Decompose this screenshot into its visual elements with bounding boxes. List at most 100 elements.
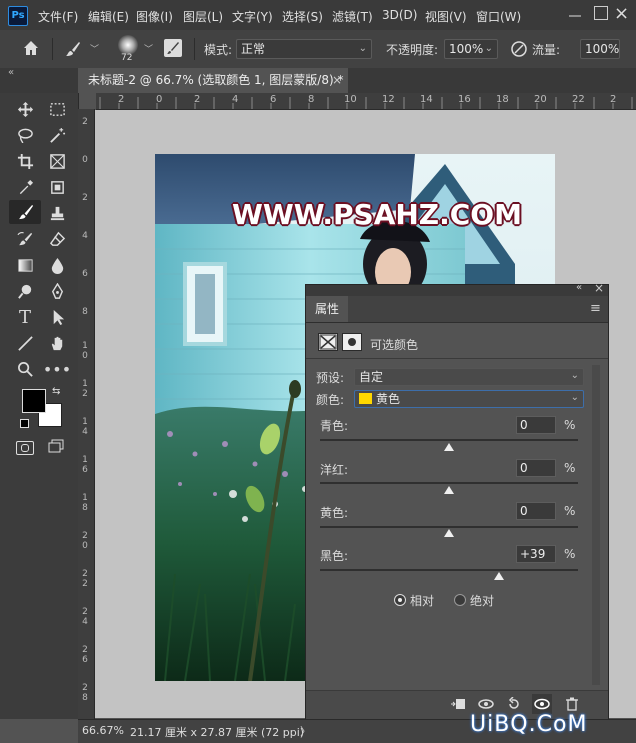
menu-window[interactable]: 窗口(W) <box>476 8 521 25</box>
screen-mode-icon[interactable] <box>48 439 64 453</box>
ruler-label: 2 <box>610 94 617 105</box>
close-panel-icon[interactable]: × <box>594 281 604 295</box>
menu-view[interactable]: 视图(V) <box>425 8 467 25</box>
object-selection-icon[interactable] <box>45 176 69 198</box>
close-window-icon[interactable]: × <box>614 3 629 24</box>
marquee-tool-icon[interactable] <box>45 98 69 120</box>
chevron-down-icon[interactable]: ﹀ <box>90 42 99 55</box>
menu-3d[interactable]: 3D(D) <box>382 8 417 22</box>
reset-icon[interactable] <box>504 694 524 714</box>
menu-type[interactable]: 文字(Y) <box>232 8 273 25</box>
black-slider-thumb[interactable] <box>494 572 505 580</box>
color-value: 黄色 <box>376 392 401 406</box>
clip-to-layer-icon[interactable] <box>448 694 468 714</box>
magenta-input[interactable]: 0 <box>516 459 556 477</box>
color-dropdown[interactable]: 黄色 ⌄ <box>354 390 584 408</box>
color-label: 颜色: <box>316 393 345 407</box>
cyan-input[interactable]: 0 <box>516 416 556 434</box>
ruler-label: 1 8 <box>82 493 88 513</box>
status-menu-icon[interactable]: 〉 <box>300 723 311 739</box>
yellow-input[interactable]: 0 <box>516 502 556 520</box>
relative-radio[interactable] <box>394 594 406 606</box>
menu-filter[interactable]: 滤镜(T) <box>332 8 373 25</box>
zoom-level[interactable]: 66.67% <box>82 724 124 737</box>
brush-settings-icon[interactable] <box>164 39 182 57</box>
crop-tool-icon[interactable] <box>13 150 37 172</box>
ruler-label: 2 0 <box>82 531 88 551</box>
opacity-label: 不透明度: <box>386 43 439 57</box>
close-tab-icon[interactable]: × <box>332 68 342 93</box>
panel-menu-icon[interactable]: ≡ <box>590 301 601 316</box>
magic-wand-tool-icon[interactable] <box>45 124 69 146</box>
collapse-panel-icon[interactable]: « <box>576 282 582 293</box>
properties-tab[interactable]: 属性 <box>306 296 348 322</box>
path-selection-icon[interactable] <box>45 306 69 328</box>
opacity-dropdown[interactable]: 100% ⌄ <box>444 39 498 59</box>
minimize-icon[interactable] <box>568 6 582 20</box>
history-brush-icon[interactable] <box>13 228 37 250</box>
collapse-toolbar-icon[interactable]: « <box>8 67 14 78</box>
zoom-tool-icon[interactable] <box>13 358 37 380</box>
move-tool-icon[interactable] <box>13 98 37 120</box>
eraser-tool-icon[interactable] <box>45 228 69 250</box>
foreground-color-swatch[interactable] <box>22 389 46 413</box>
brush-tool-icon[interactable] <box>9 200 41 224</box>
dodge-tool-icon[interactable] <box>13 280 37 302</box>
mode-dropdown[interactable]: 正常 ⌄ <box>236 39 372 59</box>
eyedropper-tool-icon[interactable] <box>13 176 37 198</box>
magenta-slider-thumb[interactable] <box>444 486 454 494</box>
options-bar: ﹀ 72 ﹀ 模式: 正常 ⌄ 不透明度: 100% ⌄ 流量: 100% <box>0 30 636 69</box>
cyan-slider-thumb[interactable] <box>444 443 454 451</box>
cyan-label: 青色: <box>320 419 349 433</box>
panel-title-strip: « × <box>306 281 608 296</box>
pressure-opacity-icon[interactable] <box>510 40 528 61</box>
line-tool-icon[interactable] <box>13 332 37 354</box>
swap-colors-icon[interactable]: ⇆ <box>52 386 60 397</box>
quick-mask-icon[interactable] <box>16 441 34 455</box>
photoshop-logo: Ps <box>8 6 28 26</box>
chevron-down-icon[interactable]: ﹀ <box>144 42 153 55</box>
frame-tool-icon[interactable] <box>45 150 69 172</box>
maximize-icon[interactable] <box>594 6 608 20</box>
delete-icon[interactable] <box>562 694 582 714</box>
black-input[interactable]: +39 <box>516 545 556 563</box>
default-colors-icon[interactable] <box>20 419 29 428</box>
blur-tool-icon[interactable] <box>45 254 69 276</box>
adjustment-icon[interactable] <box>318 333 338 351</box>
more-tools-icon[interactable]: ••• <box>43 358 71 380</box>
layer-mask-icon[interactable] <box>342 333 362 351</box>
flow-dropdown[interactable]: 100% <box>580 39 620 59</box>
menu-image[interactable]: 图像(I) <box>136 8 173 25</box>
view-previous-state-icon[interactable] <box>476 694 496 714</box>
menu-layer[interactable]: 图层(L) <box>183 8 223 25</box>
cyan-slider-track[interactable] <box>320 439 578 441</box>
ruler-label: 14 <box>420 94 433 105</box>
document-tab-title: 未标题-2 @ 66.7% (选取颜色 1, 图层蒙版/8) * <box>88 73 344 87</box>
lasso-tool-icon[interactable] <box>13 124 37 146</box>
toggle-visibility-icon[interactable] <box>532 694 552 714</box>
type-tool-icon[interactable]: T <box>13 306 37 328</box>
yellow-slider-thumb[interactable] <box>444 529 454 537</box>
pen-tool-icon[interactable] <box>45 280 69 302</box>
magenta-unit: % <box>564 461 576 475</box>
home-icon[interactable] <box>22 39 40 60</box>
ruler-label: 4 <box>82 231 88 241</box>
yellow-slider-track[interactable] <box>320 526 578 528</box>
menu-file[interactable]: 文件(F) <box>38 8 78 25</box>
brush-tool-icon[interactable] <box>64 40 82 61</box>
black-slider-track[interactable] <box>320 569 578 571</box>
gradient-tool-icon[interactable] <box>13 254 37 276</box>
panel-scrollbar[interactable] <box>592 365 600 685</box>
brush-preview-icon[interactable] <box>118 35 138 55</box>
ruler-label: 20 <box>534 94 547 105</box>
menu-edit[interactable]: 编辑(E) <box>88 8 129 25</box>
absolute-radio[interactable] <box>454 594 466 606</box>
document-tab[interactable]: 未标题-2 @ 66.7% (选取颜色 1, 图层蒙版/8) * × <box>78 68 348 93</box>
hand-tool-icon[interactable] <box>45 332 69 354</box>
chevron-down-icon: ⌄ <box>570 370 579 381</box>
ruler-label: 2 2 <box>82 569 88 589</box>
magenta-slider-track[interactable] <box>320 482 578 484</box>
preset-dropdown[interactable]: 自定 ⌄ <box>354 368 584 386</box>
clone-stamp-tool-icon[interactable] <box>45 202 69 224</box>
menu-select[interactable]: 选择(S) <box>282 8 323 25</box>
